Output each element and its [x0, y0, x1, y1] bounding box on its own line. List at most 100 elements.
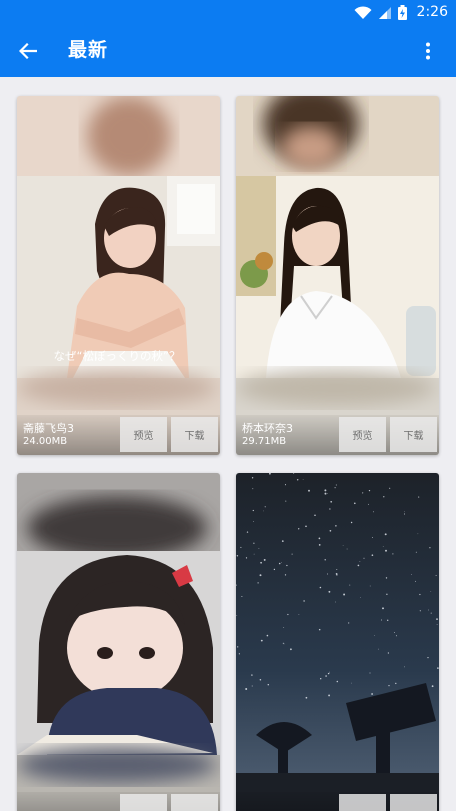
- page-title: 最新: [68, 39, 109, 61]
- star-dot: [374, 635, 375, 637]
- star-dot: [334, 487, 336, 489]
- star-dot: [318, 544, 321, 546]
- star-dot: [253, 521, 254, 522]
- back-button[interactable]: [8, 31, 48, 71]
- star-dot: [284, 484, 287, 486]
- download-button[interactable]: [171, 794, 218, 811]
- star-dot: [382, 546, 384, 547]
- battery-charging-icon: [397, 5, 407, 20]
- signal-icon: [378, 6, 391, 19]
- star-dot: [325, 675, 327, 677]
- star-dot: [371, 554, 374, 557]
- star-dot: [328, 694, 331, 697]
- star-dot: [348, 622, 350, 624]
- star-dot: [283, 627, 285, 629]
- star-dot: [329, 529, 332, 532]
- star-dot: [281, 540, 284, 542]
- wallpaper-thumbnail: [17, 473, 220, 811]
- star-dot: [252, 509, 254, 512]
- star-dot: [386, 593, 388, 595]
- preview-button[interactable]: 预览: [120, 417, 167, 452]
- overflow-menu-button[interactable]: [408, 31, 448, 71]
- star-dot: [387, 652, 390, 654]
- star-dot: [415, 580, 416, 582]
- star-dot: [263, 558, 266, 561]
- star-dot: [324, 489, 327, 492]
- star-dot: [260, 639, 263, 642]
- star-dot: [350, 521, 353, 524]
- star-dot: [253, 553, 255, 555]
- star-dot: [291, 553, 293, 555]
- star-dot: [308, 489, 310, 492]
- star-dot: [258, 548, 260, 549]
- star-dot: [285, 500, 287, 502]
- star-dot: [266, 634, 269, 637]
- preview-button[interactable]: 预览: [339, 417, 386, 452]
- star-dot: [253, 542, 255, 544]
- wallpaper-thumbnail: [236, 96, 439, 455]
- star-dot: [435, 575, 437, 576]
- star-dot: [417, 533, 419, 535]
- star-dot: [240, 546, 242, 548]
- star-dot: [368, 503, 369, 505]
- star-dot: [305, 696, 308, 699]
- star-dot: [259, 574, 262, 577]
- wallpaper-thumbnail: [236, 473, 439, 811]
- star-dot: [245, 688, 248, 690]
- status-bar: 2:26: [0, 0, 456, 25]
- more-vertical-icon: [426, 42, 430, 60]
- star-dot: [404, 666, 405, 668]
- star-dot: [318, 628, 321, 631]
- app-bar: 最新: [0, 25, 456, 77]
- star-dot: [343, 593, 346, 596]
- star-dot: [388, 684, 390, 687]
- card-caption: [17, 792, 220, 811]
- star-dot: [314, 514, 316, 517]
- star-dot: [359, 561, 361, 562]
- star-dot: [328, 590, 331, 593]
- star-dot: [381, 619, 382, 621]
- star-dot: [382, 607, 384, 610]
- star-dot: [273, 568, 276, 571]
- star-dot: [329, 671, 330, 673]
- star-dot: [392, 553, 394, 555]
- card-caption: [236, 792, 439, 811]
- download-button[interactable]: 下载: [171, 417, 218, 452]
- preview-button[interactable]: [339, 794, 386, 811]
- star-dot: [371, 693, 374, 695]
- star-dot: [236, 615, 238, 616]
- wallpaper-card[interactable]: [236, 473, 439, 811]
- preview-button[interactable]: [120, 794, 167, 811]
- star-dot: [430, 590, 432, 592]
- wallpaper-card[interactable]: 桥本环奈3 29.71MB 预览 下载: [236, 96, 439, 455]
- star-dot: [327, 573, 328, 575]
- status-time: 2:26: [416, 4, 448, 20]
- star-dot: [259, 679, 262, 681]
- star-dot: [372, 511, 374, 513]
- star-dot: [429, 547, 431, 549]
- star-dot: [369, 585, 371, 587]
- star-dot: [335, 525, 337, 527]
- download-button[interactable]: [390, 794, 437, 811]
- image-caption: なぜ“松ぼっくりの秋”？: [54, 349, 181, 363]
- card-caption: 桥本环奈3 29.71MB 预览 下载: [236, 415, 439, 455]
- star-dot: [236, 555, 239, 557]
- star-dot: [335, 601, 336, 603]
- star-dot: [320, 678, 322, 680]
- star-dot: [282, 642, 284, 644]
- wallpaper-size: 29.71MB: [242, 436, 287, 447]
- star-dot: [418, 496, 420, 498]
- star-dot: [351, 682, 353, 684]
- download-button[interactable]: 下载: [390, 417, 437, 452]
- star-dot: [360, 596, 362, 598]
- wallpaper-card[interactable]: なぜ“松ぼっくりの秋”？ 斋藤飞鸟3 24.00MB 预览 下载: [17, 96, 220, 455]
- star-dot: [278, 562, 281, 565]
- star-dot: [251, 674, 253, 676]
- wallpaper-card[interactable]: [17, 473, 220, 811]
- star-dot: [368, 489, 371, 492]
- star-dot: [238, 653, 240, 655]
- star-dot: [267, 683, 270, 686]
- star-dot: [389, 487, 391, 489]
- star-dot: [419, 610, 421, 612]
- star-dot: [302, 478, 304, 480]
